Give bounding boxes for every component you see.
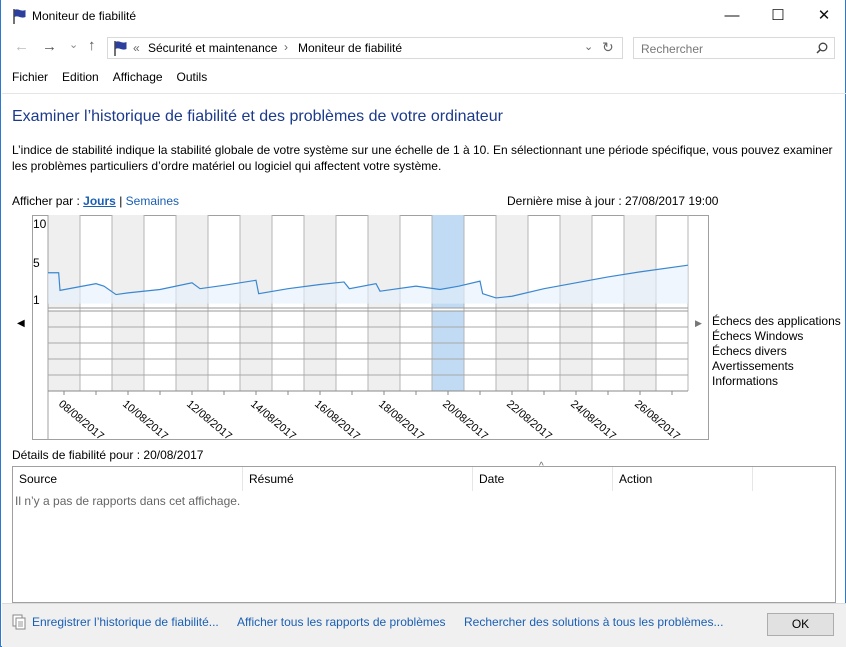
breadcrumb-security-maintenance[interactable]: Sécurité et maintenance bbox=[148, 41, 277, 55]
view-by-label: Afficher par : bbox=[12, 194, 80, 208]
title-bar: Moniteur de fiabilité — ☐ ✕ bbox=[1, 0, 846, 32]
reliability-monitor-window: Moniteur de fiabilité — ☐ ✕ ← → ⌄ ↑ « Sé… bbox=[0, 0, 846, 647]
empty-message: Il n’y a pas de rapports dans cet affich… bbox=[15, 494, 241, 508]
day-column-events bbox=[304, 311, 336, 391]
flag-icon bbox=[13, 9, 26, 24]
close-button[interactable]: ✕ bbox=[801, 0, 846, 30]
legend-windows-failures: Échecs Windows bbox=[712, 329, 804, 343]
up-button[interactable]: ↑ bbox=[88, 37, 96, 54]
view-by: Afficher par : Jours | Semaines bbox=[12, 194, 179, 208]
breadcrumb-reliability-monitor[interactable]: Moniteur de fiabilité bbox=[298, 41, 402, 55]
last-update: Dernière mise à jour : 27/08/2017 19:00 bbox=[507, 194, 719, 208]
save-document-icon bbox=[12, 614, 26, 630]
search-input[interactable]: Rechercher bbox=[633, 37, 835, 59]
menu-affichage[interactable]: Affichage bbox=[113, 70, 163, 84]
legend-warnings: Avertissements bbox=[712, 359, 794, 373]
y-tick-label: 5 bbox=[33, 256, 40, 270]
x-tick-label: 22/08/2017 bbox=[504, 398, 554, 440]
chart-svg[interactable]: 10 5 1 08/08/2017 10/08/2017 12/08/2017 14/08/… bbox=[32, 215, 709, 440]
view-days-link[interactable]: Jours bbox=[83, 194, 116, 208]
breadcrumb-separator: › bbox=[284, 40, 288, 54]
forward-button[interactable]: → bbox=[42, 38, 57, 55]
day-column-events bbox=[368, 311, 400, 391]
breadcrumb-overflow[interactable]: « bbox=[133, 41, 140, 55]
x-tick-label: 20/08/2017 bbox=[440, 398, 490, 440]
description: L’indice de stabilité indique la stabili… bbox=[12, 143, 833, 173]
x-tick-label: 14/08/2017 bbox=[248, 398, 298, 440]
menu-edition[interactable]: Edition bbox=[62, 70, 99, 84]
day-column-events bbox=[624, 311, 656, 391]
view-weeks-link[interactable]: Semaines bbox=[126, 194, 179, 208]
view-all-reports-link[interactable]: Afficher tous les rapports de problèmes bbox=[237, 615, 446, 629]
address-dropdown-button[interactable]: ⌄ bbox=[584, 40, 593, 53]
y-tick-label: 1 bbox=[33, 293, 40, 307]
window-title: Moniteur de fiabilité bbox=[32, 9, 137, 23]
menu-outils[interactable]: Outils bbox=[177, 70, 208, 84]
legend-app-failures: Échecs des applications bbox=[712, 314, 841, 328]
ok-button[interactable]: OK bbox=[767, 613, 834, 636]
minimize-button[interactable]: — bbox=[709, 0, 755, 30]
legend-information: Informations bbox=[712, 374, 779, 388]
day-column-events bbox=[176, 311, 208, 391]
day-column-events bbox=[240, 311, 272, 391]
x-tick-label: 24/08/2017 bbox=[568, 398, 618, 440]
x-tick-label: 10/08/2017 bbox=[120, 398, 170, 440]
event-legend: Échecs des applications Échecs Windows É… bbox=[712, 314, 841, 389]
column-summary[interactable]: Résumé bbox=[243, 467, 473, 491]
day-column-events bbox=[496, 311, 528, 391]
sort-ascending-icon: ^ bbox=[539, 461, 544, 472]
address-bar[interactable]: « Sécurité et maintenance › Moniteur de … bbox=[107, 37, 623, 59]
save-history-link[interactable]: Enregistrer l’historique de fiabilité... bbox=[32, 615, 219, 629]
scroll-left-button[interactable]: ◀ bbox=[17, 318, 25, 329]
column-action[interactable]: Action bbox=[613, 467, 753, 491]
maximize-button[interactable]: ☐ bbox=[755, 0, 801, 30]
day-column-events bbox=[560, 311, 592, 391]
page-title: Examiner l’historique de fiabilité et de… bbox=[12, 108, 503, 125]
menu-fichier[interactable]: Fichier bbox=[12, 70, 48, 84]
column-source[interactable]: Source bbox=[13, 467, 243, 491]
reliability-chart[interactable]: 10 5 1 08/08/2017 10/08/2017 12/08/2017 14/08/… bbox=[32, 215, 709, 440]
day-column-events bbox=[432, 311, 464, 391]
menu-bar: Fichier Edition Affichage Outils bbox=[12, 70, 221, 84]
search-placeholder: Rechercher bbox=[641, 42, 704, 56]
scroll-right-button[interactable]: ▶ bbox=[695, 318, 702, 329]
x-tick-label: 16/08/2017 bbox=[312, 398, 362, 440]
recent-pages-button[interactable]: ⌄ bbox=[69, 38, 78, 51]
back-button[interactable]: ← bbox=[14, 38, 29, 55]
refresh-button[interactable]: ↻ bbox=[602, 39, 614, 56]
reports-table: Source Résumé Date ^ Action Il n’y a pas… bbox=[12, 461, 836, 603]
y-tick-label: 10 bbox=[33, 217, 47, 231]
x-tick-label: 12/08/2017 bbox=[184, 398, 234, 440]
footer: Enregistrer l’historique de fiabilité...… bbox=[2, 603, 846, 647]
day-column-events bbox=[48, 311, 80, 391]
check-solutions-link[interactable]: Rechercher des solutions à tous les prob… bbox=[464, 615, 723, 629]
view-separator: | bbox=[119, 194, 123, 208]
day-column-events bbox=[112, 311, 144, 391]
x-tick-label: 18/08/2017 bbox=[376, 398, 426, 440]
x-tick-label: 08/08/2017 bbox=[56, 398, 106, 440]
x-tick-label: 26/08/2017 bbox=[632, 398, 682, 440]
details-label: Détails de fiabilité pour : 20/08/2017 bbox=[12, 448, 204, 462]
legend-misc-failures: Échecs divers bbox=[712, 344, 787, 358]
divider bbox=[2, 93, 846, 94]
search-icon[interactable] bbox=[816, 42, 828, 54]
flag-icon bbox=[114, 41, 127, 56]
